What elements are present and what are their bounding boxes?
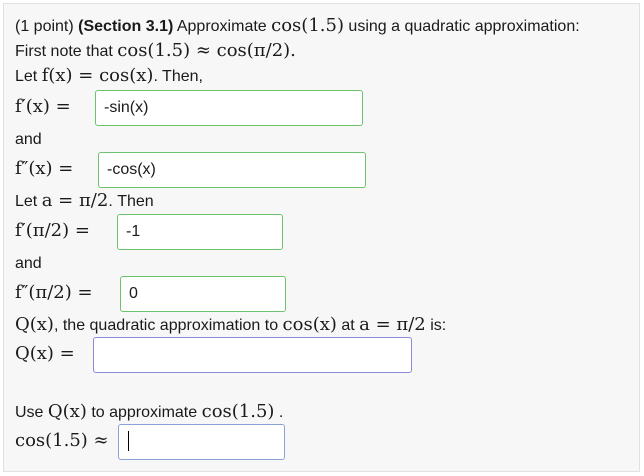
f-prime-x-label: f′(x) =: [15, 96, 71, 117]
note-text: First note that: [15, 43, 113, 60]
use-q-line: Use Q(x) to approximate cos(1.5) .: [15, 402, 283, 423]
use-mid-text: to approximate: [91, 404, 198, 421]
f-prime-x-input[interactable]: [95, 90, 363, 126]
let-expression: f(x) = cos(x): [41, 65, 154, 86]
f-double-prime-x-label: f″(x) =: [15, 158, 74, 179]
f-double-prime-x-input[interactable]: [98, 152, 366, 188]
note-expression: cos(1.5) ≈ cos(π/2).: [117, 40, 296, 61]
prompt-expression: cos(1.5): [271, 15, 344, 36]
use-text: Use: [15, 404, 44, 421]
text-caret: [128, 431, 129, 451]
prompt-text: Approximate: [176, 18, 267, 35]
let-f-line: Let f(x) = cos(x). Then,: [15, 66, 203, 87]
let-a-text: Let: [15, 193, 38, 210]
let-a-expression: a = π/2: [41, 190, 109, 211]
q-a-expression: a = π/2: [359, 314, 426, 335]
q-x-input[interactable]: [93, 337, 412, 373]
f-double-prime-a-label: f″(π/2) =: [15, 282, 93, 303]
q-expression: Q(x): [15, 314, 54, 335]
let-a-tail: . Then: [108, 193, 154, 210]
let-a-line: Let a = π/2. Then: [15, 191, 154, 212]
and-label-1: and: [15, 131, 42, 148]
cos-approx-label: cos(1.5) ≈: [15, 430, 109, 451]
note-line: First note that cos(1.5) ≈ cos(π/2).: [15, 41, 296, 62]
q-at-text: at: [341, 317, 355, 334]
points-label: (1 point): [15, 18, 74, 35]
q-cos-expression: cos(x): [282, 314, 337, 335]
f-prime-a-input[interactable]: [117, 214, 283, 250]
q-description-line: Q(x), the quadratic approximation to cos…: [15, 315, 446, 336]
q-text: , the quadratic approximation to: [53, 317, 279, 334]
let-tail: . Then,: [153, 68, 203, 85]
use-tail: .: [278, 404, 284, 421]
f-double-prime-a-input[interactable]: [120, 276, 286, 312]
problem-header: (1 point) (Section 3.1) Approximate cos(…: [15, 16, 580, 37]
use-expression: Q(x): [47, 401, 87, 422]
cos-approx-input[interactable]: [118, 424, 285, 460]
use-cos-expression: cos(1.5): [201, 401, 275, 422]
q-is-text: is:: [430, 317, 447, 334]
let-text: Let: [15, 68, 38, 85]
and-label-2: and: [15, 255, 42, 272]
f-prime-a-label: f′(π/2) =: [15, 220, 90, 241]
q-x-label: Q(x) =: [15, 343, 75, 364]
prompt-tail: using a quadratic approximation:: [348, 18, 580, 35]
section-label: (Section 3.1): [78, 18, 174, 35]
